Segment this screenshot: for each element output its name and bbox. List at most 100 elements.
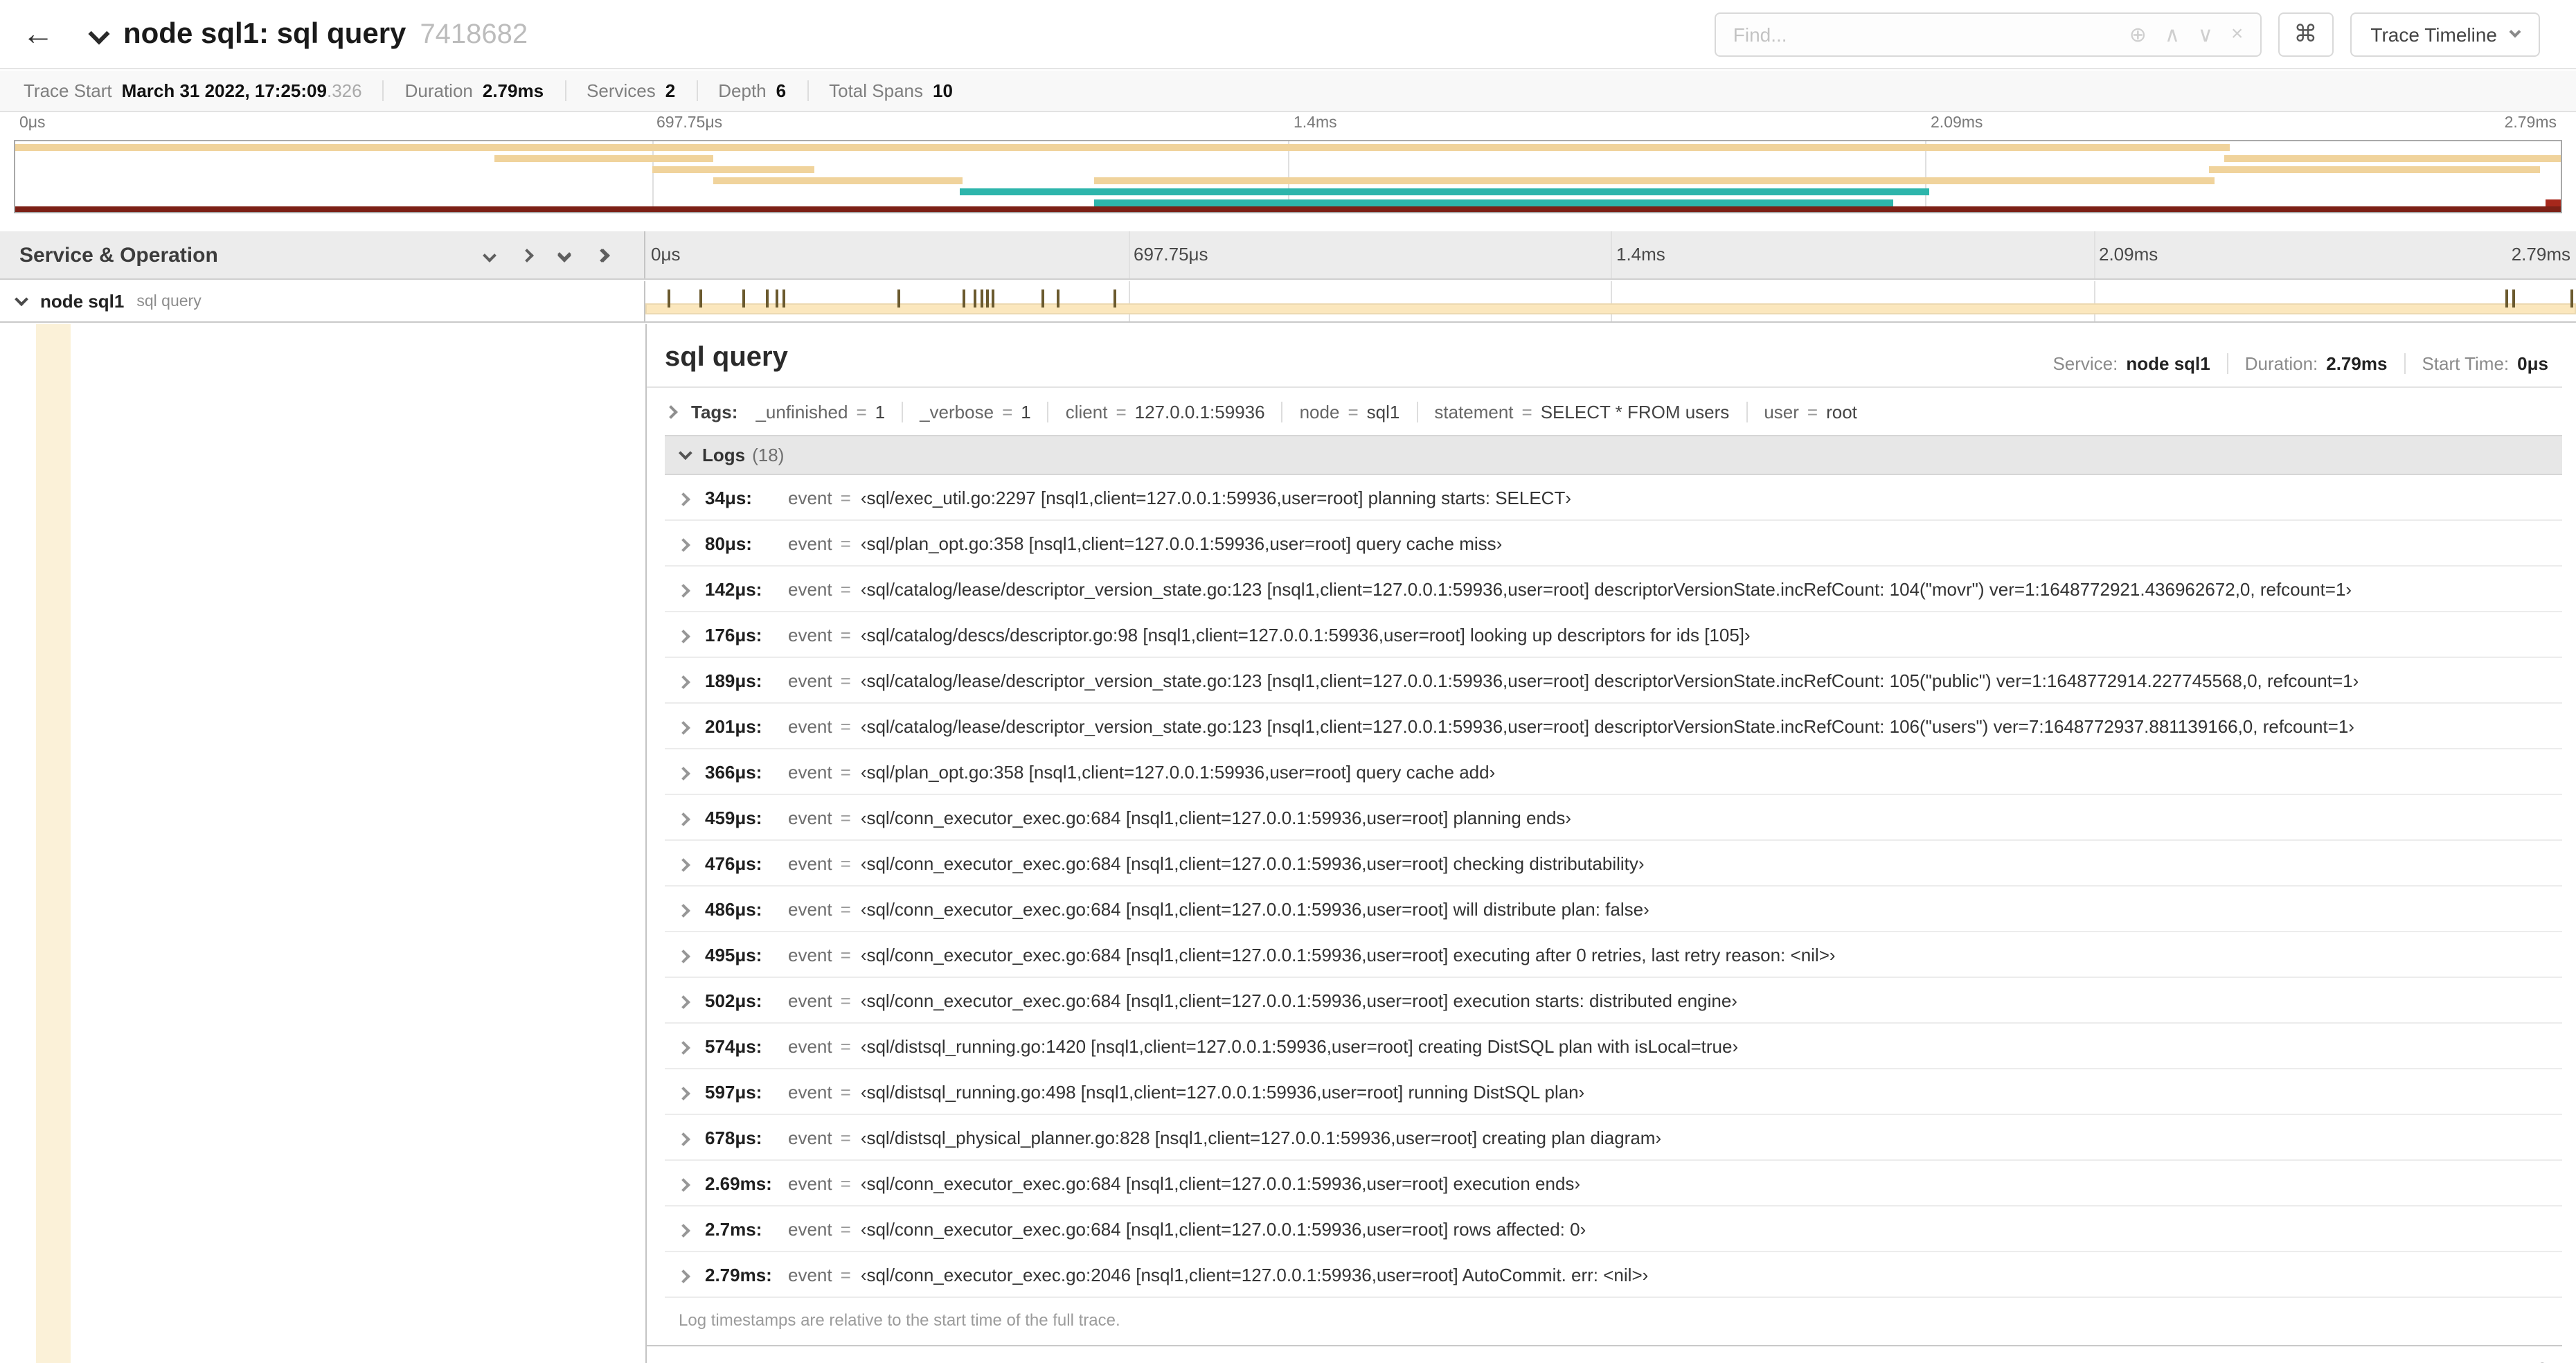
log-timestamp: 678μs: [705,1128,762,1148]
log-row[interactable]: 34μs: event = ‹sql/exec_util.go:2297 [ns… [665,475,2562,521]
chevron-right-icon [677,767,690,781]
minimap-span-bar [959,188,1930,195]
log-timestamp: 34μs: [705,488,752,508]
tags-label: Tags: [691,402,738,422]
log-row[interactable]: 176μs: event = ‹sql/catalog/descs/descri… [665,612,2562,658]
minimap-span-bar [713,177,963,184]
tag-key: statement [1434,402,1514,422]
chevron-right-icon [677,904,690,918]
collapse-one-icon[interactable] [483,242,497,267]
tag-separator: = [1521,402,1532,422]
trace-collapse-toggle[interactable] [88,22,110,48]
tag-value: root [1826,402,1857,422]
log-row[interactable]: 486μs: event = ‹sql/conn_executor_exec.g… [665,887,2562,932]
log-marker-tick [699,289,703,308]
log-timestamp: 189μs: [705,670,762,691]
content-area: sql query Service: node sql1 Duration: 2… [0,324,2576,1363]
log-row[interactable]: 2.7ms: event = ‹sql/conn_executor_exec.g… [665,1206,2562,1252]
gridline [1128,231,1129,278]
log-row[interactable]: 366μs: event = ‹sql/plan_opt.go:358 [nsq… [665,749,2562,795]
log-row[interactable]: 574μs: event = ‹sql/distsql_running.go:1… [665,1024,2562,1069]
log-marker-tick [1113,289,1116,308]
chevron-right-icon [677,812,690,826]
expand-all-icon[interactable] [595,248,610,262]
minimap-canvas[interactable] [14,140,2562,213]
log-field-value: ‹sql/conn_executor_exec.go:684 [nsql1,cl… [860,1173,1581,1194]
summary-item-value: 2 [665,80,676,101]
axis-tick-label: 2.09ms [1931,115,1983,132]
ruler-tick-label: 2.79ms [2511,244,2570,265]
span-row[interactable]: node sql1 sql query [0,281,2576,323]
log-row[interactable]: 2.69ms: event = ‹sql/conn_executor_exec.… [665,1161,2562,1206]
log-field-value: ‹sql/conn_executor_exec.go:684 [nsql1,cl… [860,945,1836,965]
span-meta-item: Duration: 2.79ms [2226,353,2404,374]
gridline [1611,231,1612,278]
log-marker-tick [765,289,769,308]
tag-value: 1 [875,402,886,422]
log-row[interactable]: 495μs: event = ‹sql/conn_executor_exec.g… [665,932,2562,978]
trace-view-dropdown[interactable]: Trace Timeline [2350,12,2540,56]
gridline [2093,281,2095,321]
find-input[interactable] [1716,13,2113,55]
log-row[interactable]: 678μs: event = ‹sql/distsql_physical_pla… [665,1115,2562,1161]
chevron-right-icon [677,1224,690,1238]
next-result-icon[interactable]: ∨ [2198,21,2213,46]
log-marker-tick [742,289,746,308]
clear-search-icon[interactable]: × [2231,22,2244,46]
log-marker-tick [667,289,670,308]
tag-key: _unfinished [755,402,848,422]
log-field-value: ‹sql/conn_executor_exec.go:2046 [nsql1,c… [860,1265,1649,1285]
log-row[interactable]: 2.79ms: event = ‹sql/conn_executor_exec.… [665,1252,2562,1298]
ruler-tick-label: 1.4ms [1616,244,1665,265]
log-timestamp: 574μs: [705,1036,762,1057]
summary-item: Total Spans 10 [807,80,974,101]
log-timestamp: 476μs: [705,853,762,874]
minimap-axis: 0μs 697.75μs 1.4ms 2.09ms 2.79ms [14,115,2562,136]
log-row[interactable]: 597μs: event = ‹sql/distsql_running.go:4… [665,1069,2562,1115]
span-track[interactable] [645,281,2576,321]
log-timestamp: 366μs: [705,762,762,783]
logs-title: Logs [702,445,746,465]
chevron-down-icon [15,292,28,307]
span-row-label[interactable]: node sql1 sql query [0,281,645,321]
span-indent-guide [36,324,71,1363]
logs-section: Logs (18) 34μs: event = ‹sql/exec_util.g… [665,435,2562,1345]
service-operation-header: Service & Operation [0,231,645,278]
logs-count: (18) [752,445,785,465]
tag-separator: = [1807,402,1818,422]
logs-header[interactable]: Logs (18) [665,435,2562,475]
axis-tick-label: 1.4ms [1294,115,1337,132]
tags-row[interactable]: Tags: _unfinished = 1 _verbose = 1 clien… [647,388,2562,435]
log-row[interactable]: 459μs: event = ‹sql/conn_executor_exec.g… [665,795,2562,841]
focus-match-icon[interactable]: ⊕ [2129,21,2147,46]
log-timestamp: 502μs: [705,990,762,1011]
log-field-key: event [788,670,832,691]
log-row[interactable]: 502μs: event = ‹sql/conn_executor_exec.g… [665,978,2562,1024]
log-field-key: event [788,899,832,920]
span-detail-column: sql query Service: node sql1 Duration: 2… [647,324,2562,1363]
log-row[interactable]: 189μs: event = ‹sql/catalog/lease/descri… [665,658,2562,704]
log-field-separator: = [840,1128,851,1148]
log-timestamp: 597μs: [705,1082,762,1103]
timeline-ruler: 0μs 697.75μs 1.4ms 2.09ms 2.79ms [645,231,2576,278]
minimap-baseline [15,206,2561,212]
log-row[interactable]: 80μs: event = ‹sql/plan_opt.go:358 [nsql… [665,521,2562,567]
span-id-value: 4877749850101760812 [2326,1360,2516,1363]
collapse-all-icon[interactable] [557,247,571,262]
span-detail-header: sql query Service: node sql1 Duration: 2… [647,324,2562,388]
log-row[interactable]: 201μs: event = ‹sql/catalog/lease/descri… [665,704,2562,749]
logs-list: 34μs: event = ‹sql/exec_util.go:2297 [ns… [665,475,2562,1298]
tag-key: node [1299,402,1340,422]
log-row[interactable]: 476μs: event = ‹sql/conn_executor_exec.g… [665,841,2562,887]
keyboard-shortcuts-button[interactable]: ⌘ [2278,12,2334,56]
log-row[interactable]: 142μs: event = ‹sql/catalog/lease/descri… [665,567,2562,612]
span-bar[interactable] [645,303,2576,314]
left-column [0,324,647,1363]
expand-one-icon[interactable] [520,242,534,267]
tag-value: sql1 [1366,402,1400,422]
back-button[interactable]: ← [22,15,69,53]
minimap-span-bar [494,155,713,162]
minimap-span-bar [2209,166,2541,173]
prev-result-icon[interactable]: ∧ [2165,21,2180,46]
page-title: node sql1: sql query 7418682 [123,17,528,51]
